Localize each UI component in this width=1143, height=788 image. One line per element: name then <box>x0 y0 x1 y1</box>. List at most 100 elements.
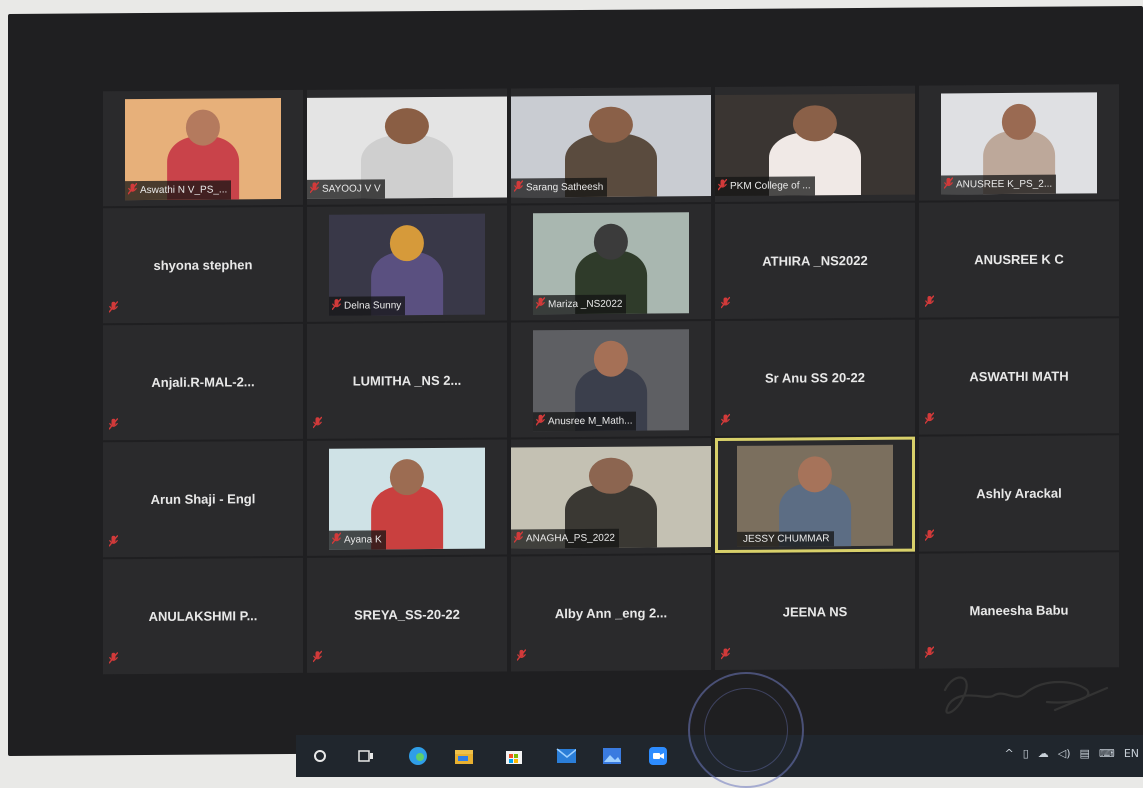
participant-tile[interactable]: Anjali.R-MAL-2... <box>103 323 303 441</box>
participant-tile[interactable]: Sarang Satheesh <box>511 87 711 204</box>
participant-video: ANUSREE K_PS_2... <box>941 92 1097 195</box>
mic-muted-icon <box>721 413 730 426</box>
participant-name-tag: Aswathi N V_PS_... <box>125 180 232 201</box>
participant-name: Delna Sunny <box>344 300 402 312</box>
participant-tile[interactable]: ANAGHA_PS_2022 <box>511 438 711 555</box>
participant-name-tag: SAYOOJ V V <box>307 179 385 199</box>
cloud-icon[interactable]: ☁ <box>1038 747 1049 760</box>
participant-video: Delna Sunny <box>329 213 485 316</box>
mic-muted-icon <box>331 298 342 314</box>
participant-name-tag: Anusree M_Math... <box>533 411 637 432</box>
participant-name-tag: ANUSREE K_PS_2... <box>941 174 1057 195</box>
mic-muted-icon <box>717 178 728 194</box>
battery-icon[interactable]: ▯ <box>1023 747 1029 760</box>
participant-tile[interactable]: LUMITHA _NS 2... <box>307 322 507 439</box>
participant-name-tag: ANAGHA_PS_2022 <box>511 528 619 549</box>
participant-name: SREYA_SS-20-22 <box>354 606 460 623</box>
participant-tile[interactable]: Alby Ann _eng 2... <box>511 555 711 672</box>
participant-tile[interactable]: Ayana K <box>307 439 507 556</box>
mic-muted-icon <box>943 176 954 192</box>
participant-video: JESSY CHUMMAR <box>737 444 893 547</box>
network-icon[interactable]: ▤ <box>1080 747 1090 760</box>
participant-video: Anusree M_Math... <box>533 329 689 432</box>
participant-name-tag: PKM College of ... <box>715 176 815 197</box>
participant-name: ATHIRA _NS2022 <box>762 252 868 269</box>
mic-muted-icon <box>925 412 934 424</box>
participant-tile[interactable]: ANULAKSHMI P... <box>103 557 303 675</box>
participant-name: ANULAKSHMI P... <box>148 608 258 624</box>
participant-tile[interactable]: SREYA_SS-20-22 <box>307 556 507 673</box>
participant-video: Ayana K <box>329 447 485 550</box>
zoom-app-icon[interactable] <box>648 746 668 766</box>
mic-muted-icon <box>925 529 934 541</box>
participant-tile[interactable]: Anusree M_Math... <box>511 321 711 438</box>
participant-name: ANAGHA_PS_2022 <box>526 532 615 545</box>
participant-name: ANUSREE K_PS_2... <box>956 178 1053 191</box>
participant-name: JESSY CHUMMAR <box>743 533 830 545</box>
mic-muted-icon <box>127 182 138 198</box>
participant-name-tag: Sarang Satheesh <box>511 177 608 198</box>
participant-tile[interactable]: ANUSREE K C <box>919 201 1119 318</box>
participant-video: Sarang Satheesh <box>511 95 711 198</box>
edge-browser-icon[interactable] <box>408 746 428 766</box>
mail-icon[interactable] <box>556 746 576 766</box>
participant-name: Mariza _NS2022 <box>548 298 623 311</box>
participant-tile[interactable]: Mariza _NS2022 <box>511 204 711 321</box>
mic-muted-icon <box>313 416 322 429</box>
search-circle-icon[interactable] <box>310 746 330 766</box>
participant-tile[interactable]: SAYOOJ V V <box>307 88 507 205</box>
participant-tile[interactable]: Delna Sunny <box>307 205 507 322</box>
gallery-view-grid: Aswathi N V_PS_... SAYOOJ V V Sarang Sathe… <box>103 84 1119 675</box>
participant-tile[interactable]: Aswathi N V_PS_... <box>103 89 303 207</box>
participant-tile[interactable]: shyona stephen <box>103 206 303 324</box>
participant-name: shyona stephen <box>153 257 253 273</box>
participant-name-tag: JESSY CHUMMAR <box>737 531 834 547</box>
mic-muted-icon <box>109 301 118 313</box>
participant-name: Sr Anu SS 20-22 <box>765 369 865 386</box>
photos-icon[interactable] <box>602 746 622 766</box>
participant-tile[interactable]: ATHIRA _NS2022 <box>715 202 915 320</box>
participant-tile[interactable]: PKM College of ... <box>715 85 915 203</box>
mic-muted-icon <box>309 181 320 197</box>
volume-icon[interactable]: ◁) <box>1058 747 1071 760</box>
mic-muted-icon <box>721 647 730 660</box>
participant-tile[interactable]: Maneesha Babu <box>919 552 1119 669</box>
participant-name: ASWATHI MATH <box>969 368 1069 385</box>
mic-muted-icon <box>109 535 118 547</box>
participant-tile[interactable]: JESSY CHUMMAR <box>715 436 915 554</box>
store-icon[interactable] <box>504 746 524 766</box>
participant-name: ANUSREE K C <box>974 251 1064 268</box>
system-tray: ^ ▯ ☁ ◁) ▤ ⌨ EN <box>1004 747 1139 760</box>
participant-name: Alby Ann _eng 2... <box>554 605 668 622</box>
participant-tile[interactable]: Sr Anu SS 20-22 <box>715 319 915 437</box>
task-view-icon[interactable] <box>356 746 376 766</box>
participant-tile[interactable]: ANUSREE K_PS_2... <box>919 84 1119 201</box>
keyboard-icon[interactable]: ⌨ <box>1099 747 1115 760</box>
participant-name: PKM College of ... <box>730 180 811 192</box>
handwritten-signature <box>943 676 1109 714</box>
participant-name-tag: Delna Sunny <box>329 296 406 316</box>
participant-name: JEENA NS <box>782 604 848 620</box>
participant-video: Aswathi N V_PS_... <box>125 98 281 201</box>
mic-muted-icon <box>109 418 118 430</box>
college-seal-stamp <box>688 672 804 788</box>
mic-muted-icon <box>513 179 524 195</box>
participant-tile[interactable]: Arun Shaji - Engl <box>103 440 303 558</box>
mic-muted-icon <box>331 532 342 548</box>
chevron-up-icon[interactable]: ^ <box>1004 747 1013 760</box>
participant-name: Ashly Arackal <box>976 485 1062 502</box>
mic-muted-icon <box>721 296 730 309</box>
mic-muted-icon <box>513 530 524 546</box>
zoom-meeting-window: Aswathi N V_PS_... SAYOOJ V V Sarang Sathe… <box>8 6 1143 756</box>
language-indicator[interactable]: EN <box>1124 747 1139 760</box>
participant-tile[interactable]: JEENA NS <box>715 553 915 671</box>
participant-name: SAYOOJ V V <box>322 183 381 195</box>
participant-video: PKM College of ... <box>715 93 915 197</box>
file-explorer-icon[interactable] <box>454 746 474 766</box>
participant-tile[interactable]: Ashly Arackal <box>919 435 1119 552</box>
participant-name-tag: Ayana K <box>329 530 386 550</box>
mic-muted-icon <box>313 650 322 663</box>
mic-muted-icon <box>535 296 546 312</box>
participant-tile[interactable]: ASWATHI MATH <box>919 318 1119 435</box>
participant-name: Ayana K <box>344 534 382 546</box>
